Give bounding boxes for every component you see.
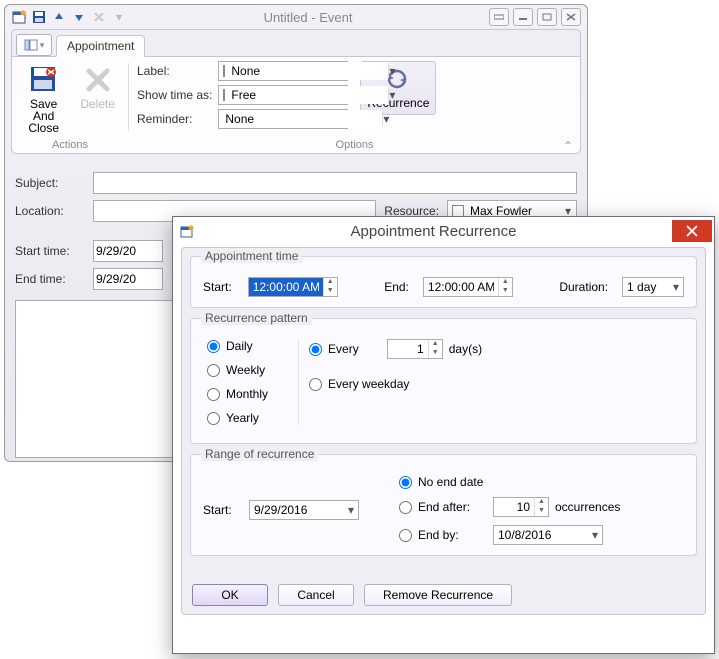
- end-time-label: End time:: [15, 272, 85, 286]
- appt-end-spinner[interactable]: ▲▼: [423, 277, 513, 297]
- reminder-combo[interactable]: ▾: [218, 109, 348, 129]
- restore-button[interactable]: [489, 8, 509, 26]
- chevron-down-icon[interactable]: ▾: [388, 88, 395, 102]
- end-by-combo[interactable]: 10/8/2016 ▾: [493, 525, 603, 545]
- radio-every-weekday[interactable]: Every weekday: [309, 377, 482, 391]
- title-bar: ▾ Untitled - Event: [5, 5, 587, 29]
- swatch-white-icon: [223, 65, 225, 77]
- label-value[interactable]: [229, 62, 388, 80]
- reminder-lbl: Reminder:: [137, 112, 212, 126]
- save-and-close-label: Save And Close: [25, 98, 62, 134]
- delete-icon-disabled: [91, 9, 107, 25]
- prev-icon[interactable]: [51, 9, 67, 25]
- end-by-value: 10/8/2016: [494, 528, 588, 542]
- maximize-button[interactable]: [537, 8, 557, 26]
- show-as-combo[interactable]: ▾: [218, 85, 348, 105]
- range-start-combo[interactable]: 9/29/2016 ▾: [249, 500, 359, 520]
- range-start-label: Start:: [203, 503, 243, 517]
- radio-daily[interactable]: Daily: [207, 339, 268, 353]
- dialog-close-button[interactable]: [672, 220, 712, 242]
- range-legend: Range of recurrence: [201, 447, 318, 461]
- appt-start-label: Start:: [203, 280, 234, 294]
- appt-end-label: End:: [384, 280, 409, 294]
- chevron-down-icon[interactable]: ▾: [382, 112, 389, 126]
- chevron-down-icon[interactable]: ▾: [588, 528, 602, 542]
- view-switcher[interactable]: ▾: [16, 34, 52, 56]
- collapse-ribbon-icon[interactable]: ⌃: [563, 139, 573, 153]
- chevron-down-icon[interactable]: ▾: [344, 503, 358, 517]
- every-n-spinner[interactable]: ▲▼: [387, 339, 443, 359]
- swatch-white-icon: [223, 89, 225, 101]
- minimize-button[interactable]: [513, 8, 533, 26]
- subject-label: Subject:: [15, 176, 85, 190]
- radio-yearly[interactable]: Yearly: [207, 411, 268, 425]
- radio-end-after[interactable]: End after:: [399, 500, 487, 514]
- end-after-value[interactable]: [494, 498, 534, 516]
- radio-every-n[interactable]: Every: [309, 342, 359, 356]
- ok-button[interactable]: OK: [192, 584, 268, 606]
- cancel-button[interactable]: Cancel: [278, 584, 354, 606]
- subject-input[interactable]: [93, 172, 577, 194]
- reminder-value[interactable]: [219, 110, 382, 128]
- chevron-down-icon[interactable]: ▾: [669, 280, 683, 294]
- label-lbl: Label:: [137, 64, 212, 78]
- appt-end-value[interactable]: [424, 278, 498, 296]
- appt-start-value[interactable]: [249, 278, 323, 296]
- end-date-input[interactable]: [93, 268, 163, 290]
- close-button[interactable]: [561, 8, 581, 26]
- radio-weekly[interactable]: Weekly: [207, 363, 268, 377]
- duration-value: 1 day: [623, 280, 669, 294]
- group-actions-label: Actions: [20, 137, 120, 153]
- chevron-down-icon[interactable]: ▾: [388, 64, 395, 78]
- dialog-icon: [179, 223, 195, 239]
- show-as-value[interactable]: [229, 86, 388, 104]
- recurrence-dialog: Appointment Recurrence Appointment time …: [172, 216, 715, 654]
- start-time-label: Start time:: [15, 244, 85, 258]
- range-start-value: 9/29/2016: [250, 503, 344, 517]
- duration-combo[interactable]: 1 day ▾: [622, 277, 684, 297]
- delete-button: Delete: [75, 61, 120, 113]
- delete-label: Delete: [80, 98, 115, 110]
- dialog-title: Appointment Recurrence: [195, 223, 672, 240]
- pattern-group: Recurrence pattern Daily Weekly Monthly …: [190, 318, 697, 444]
- every-n-value[interactable]: [388, 340, 428, 358]
- location-label: Location:: [15, 204, 85, 218]
- occurrences-label: occurrences: [555, 500, 620, 514]
- app-icon: [11, 9, 27, 25]
- dropdown-caret-icon[interactable]: ▾: [111, 9, 127, 25]
- appointment-time-group: Appointment time Start: ▲▼ End: ▲▼ Durat…: [190, 256, 697, 308]
- end-after-spinner[interactable]: ▲▼: [493, 497, 549, 517]
- duration-label: Duration:: [559, 280, 608, 294]
- tab-appointment[interactable]: Appointment: [56, 35, 145, 57]
- range-group: Range of recurrence Start: 9/29/2016 ▾ N…: [190, 454, 697, 556]
- remove-recurrence-button[interactable]: Remove Recurrence: [364, 584, 512, 606]
- appointment-time-legend: Appointment time: [201, 249, 302, 263]
- every-unit: day(s): [449, 342, 482, 356]
- save-and-close-button[interactable]: Save And Close: [20, 61, 67, 137]
- next-icon[interactable]: [71, 9, 87, 25]
- label-combo[interactable]: ▾: [218, 61, 348, 81]
- group-options-label: Options: [137, 137, 572, 153]
- start-date-input[interactable]: [93, 240, 163, 262]
- appt-start-spinner[interactable]: ▲▼: [248, 277, 338, 297]
- ribbon: ▾ Appointment Save And Close: [11, 29, 581, 154]
- window-title: Untitled - Event: [127, 10, 489, 25]
- radio-no-end[interactable]: No end date: [399, 475, 620, 489]
- show-as-lbl: Show time as:: [137, 88, 212, 102]
- pattern-legend: Recurrence pattern: [201, 311, 312, 325]
- radio-monthly[interactable]: Monthly: [207, 387, 268, 401]
- radio-end-by[interactable]: End by:: [399, 528, 487, 542]
- save-icon[interactable]: [31, 9, 47, 25]
